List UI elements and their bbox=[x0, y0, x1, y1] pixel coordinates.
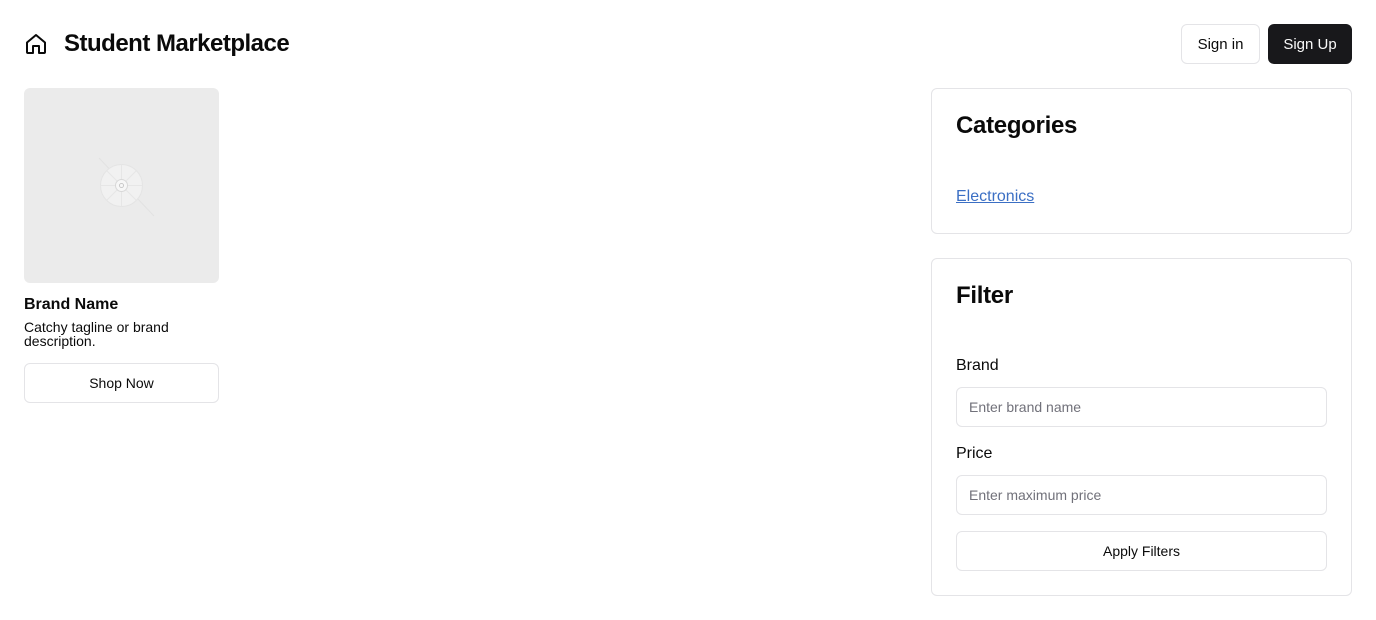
apply-filters-button[interactable]: Apply Filters bbox=[956, 531, 1327, 571]
auth-buttons: Sign in Sign Up bbox=[1181, 24, 1352, 64]
brand-name: Brand Name bbox=[24, 296, 119, 313]
categories-card: Categories Electronics bbox=[931, 88, 1352, 234]
product-card: Brand Name Catchy tagline or brand descr… bbox=[24, 88, 219, 403]
home-icon bbox=[24, 32, 48, 56]
brand-label: Brand bbox=[956, 357, 999, 374]
image-placeholder-icon bbox=[98, 157, 155, 217]
home-link[interactable]: Student Marketplace bbox=[24, 30, 290, 58]
filter-title: Filter bbox=[956, 282, 1013, 309]
category-link-electronics[interactable]: Electronics bbox=[956, 188, 1034, 206]
filter-card: Filter Brand Price Apply Filters bbox=[931, 258, 1352, 596]
price-input[interactable] bbox=[956, 475, 1327, 515]
price-label: Price bbox=[956, 445, 993, 462]
categories-title: Categories bbox=[956, 112, 1078, 139]
site-title: Student Marketplace bbox=[64, 30, 290, 57]
header: Student Marketplace Sign in Sign Up bbox=[24, 24, 1352, 64]
shop-now-button[interactable]: Shop Now bbox=[24, 363, 219, 403]
sign-in-button[interactable]: Sign in bbox=[1181, 24, 1260, 64]
product-image bbox=[24, 88, 219, 283]
brand-tagline: Catchy tagline or brand description. bbox=[24, 319, 169, 349]
brand-input[interactable] bbox=[956, 387, 1327, 427]
sign-up-button[interactable]: Sign Up bbox=[1268, 24, 1352, 64]
